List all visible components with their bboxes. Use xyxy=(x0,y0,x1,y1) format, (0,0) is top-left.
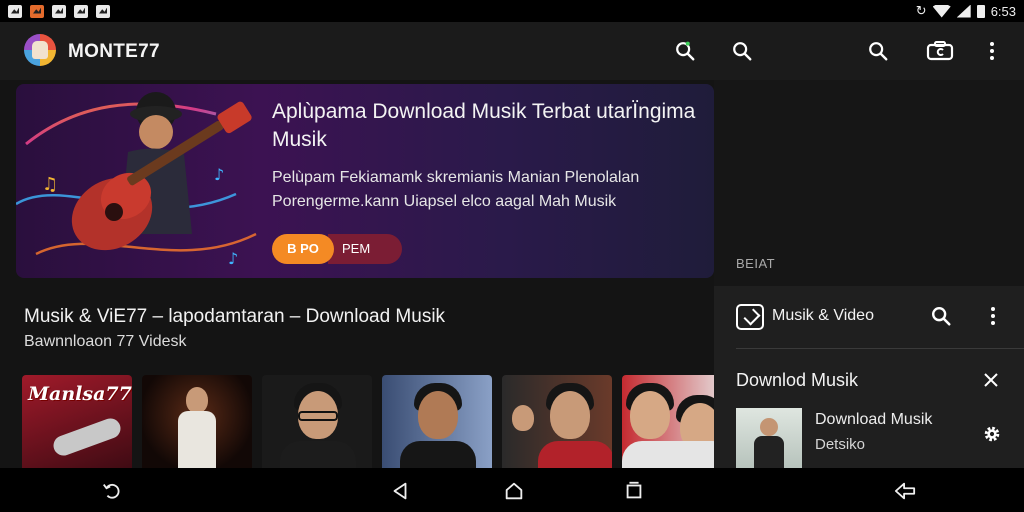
search-icon[interactable] xyxy=(867,40,889,62)
refresh-search-icon[interactable] xyxy=(674,40,696,62)
thumbnail-label: Manlsa77 xyxy=(28,383,132,405)
right-panel: BEIAT Musik & Video Downlod Musik Downlo… xyxy=(714,80,1024,468)
more-vert-icon[interactable] xyxy=(986,305,1000,332)
search-icon[interactable] xyxy=(930,305,952,332)
video-thumbnail[interactable]: Manlsa77 xyxy=(22,375,132,468)
svg-text:♫: ♫ xyxy=(42,174,58,195)
app-logo[interactable] xyxy=(24,34,56,66)
video-thumbnail[interactable] xyxy=(502,375,612,468)
hero-banner[interactable]: ♫ ♪ ♪ Aplùpama Download Musik Terbat uta… xyxy=(16,84,714,278)
video-thumbnail[interactable] xyxy=(142,375,252,468)
guitarist-illustration: ♫ ♪ ♪ xyxy=(16,92,257,268)
wifi-icon xyxy=(932,4,951,18)
video-thumbnail[interactable] xyxy=(382,375,492,468)
pin-icon[interactable] xyxy=(892,480,918,502)
back-icon[interactable] xyxy=(101,480,123,502)
gear-icon[interactable] xyxy=(982,424,1002,449)
video-thumbnail[interactable] xyxy=(262,375,372,468)
section-subtitle: Bawnnloaon 77 Videsk xyxy=(24,333,187,350)
video-thumbnail-row: Manlsa77 xyxy=(22,375,714,468)
app-icon xyxy=(30,4,44,18)
battery-icon xyxy=(976,4,985,18)
cast-icon[interactable] xyxy=(926,40,954,62)
back-triangle-icon[interactable] xyxy=(389,480,411,502)
close-icon[interactable] xyxy=(982,371,1000,394)
app-bar: MONTE77 xyxy=(0,22,1024,80)
system-navigation-bar xyxy=(0,468,1024,512)
music-video-icon xyxy=(736,304,764,330)
image-icon xyxy=(52,4,66,18)
panel-section-label: BEIAT xyxy=(736,256,776,271)
download-card: Musik & Video Downlod Musik Download Mus… xyxy=(714,286,1024,468)
download-item-title[interactable]: Download Musik xyxy=(815,411,932,429)
download-item-thumbnail[interactable] xyxy=(736,408,802,468)
recents-icon[interactable] xyxy=(623,480,645,502)
sync-icon: ↻ xyxy=(915,3,927,18)
svg-text:♪: ♪ xyxy=(214,165,224,184)
image-icon xyxy=(74,4,88,18)
app-title: MONTE77 xyxy=(68,41,160,62)
download-title: Downlod Musik xyxy=(736,370,859,390)
hero-primary-button[interactable]: B PO xyxy=(272,234,334,264)
notification-icons xyxy=(0,4,110,18)
divider xyxy=(736,348,1024,349)
main-content: ♫ ♪ ♪ Aplùpama Download Musik Terbat uta… xyxy=(0,80,714,468)
card-title[interactable]: Musik & Video xyxy=(772,307,874,325)
status-bar: ↻ 6:53 xyxy=(0,0,1024,22)
hero-description: Pelùpam Fekiamamk skremianis Manian Plen… xyxy=(272,169,640,210)
svg-text:♪: ♪ xyxy=(228,249,238,268)
more-vert-icon[interactable] xyxy=(982,40,1002,62)
clock: 6:53 xyxy=(990,3,1016,19)
photo-icon xyxy=(96,4,110,18)
search-icon[interactable] xyxy=(731,40,753,62)
home-icon[interactable] xyxy=(503,480,525,502)
hero-title: Aplùpama Download Musik Terbat utarÏngim… xyxy=(272,100,696,151)
signal-icon xyxy=(956,4,971,18)
system-status: ↻ 6:53 xyxy=(916,0,1016,22)
gallery-icon xyxy=(8,4,22,18)
hero-secondary-button[interactable]: PEM xyxy=(328,234,402,264)
video-thumbnail[interactable] xyxy=(622,375,714,468)
section-title: Musik & ViE77 – lapodamtaran – Download … xyxy=(24,306,446,327)
download-item-subtitle: Detsiko xyxy=(815,436,866,453)
